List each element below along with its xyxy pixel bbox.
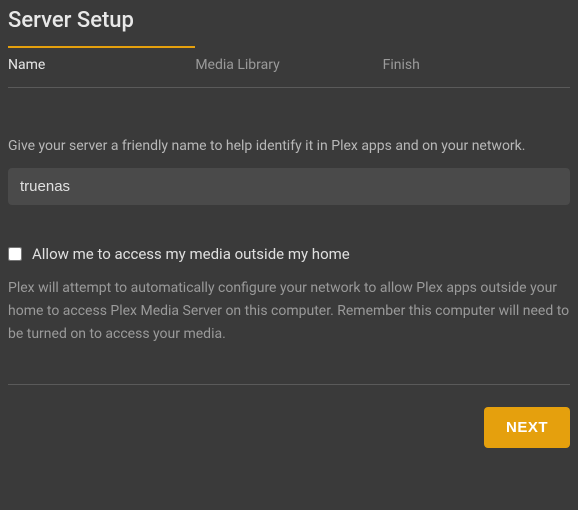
tab-media-library[interactable]: Media Library [195, 47, 382, 87]
footer-divider [8, 384, 570, 385]
server-name-field-wrap [8, 168, 570, 205]
server-name-input[interactable] [8, 168, 570, 205]
wizard-tabs: Name Media Library Finish [8, 47, 570, 88]
wizard-footer: NEXT [8, 407, 570, 448]
remote-access-checkbox[interactable] [8, 247, 22, 261]
remote-access-help-text: Plex will attempt to automatically confi… [8, 277, 570, 346]
page-title: Server Setup [8, 8, 570, 33]
remote-access-label[interactable]: Allow me to access my media outside my h… [32, 245, 350, 263]
name-description: Give your server a friendly name to help… [8, 138, 570, 154]
remote-access-row: Allow me to access my media outside my h… [8, 245, 570, 263]
next-button[interactable]: NEXT [484, 407, 570, 448]
tab-finish[interactable]: Finish [383, 47, 570, 87]
tab-name[interactable]: Name [8, 47, 195, 87]
